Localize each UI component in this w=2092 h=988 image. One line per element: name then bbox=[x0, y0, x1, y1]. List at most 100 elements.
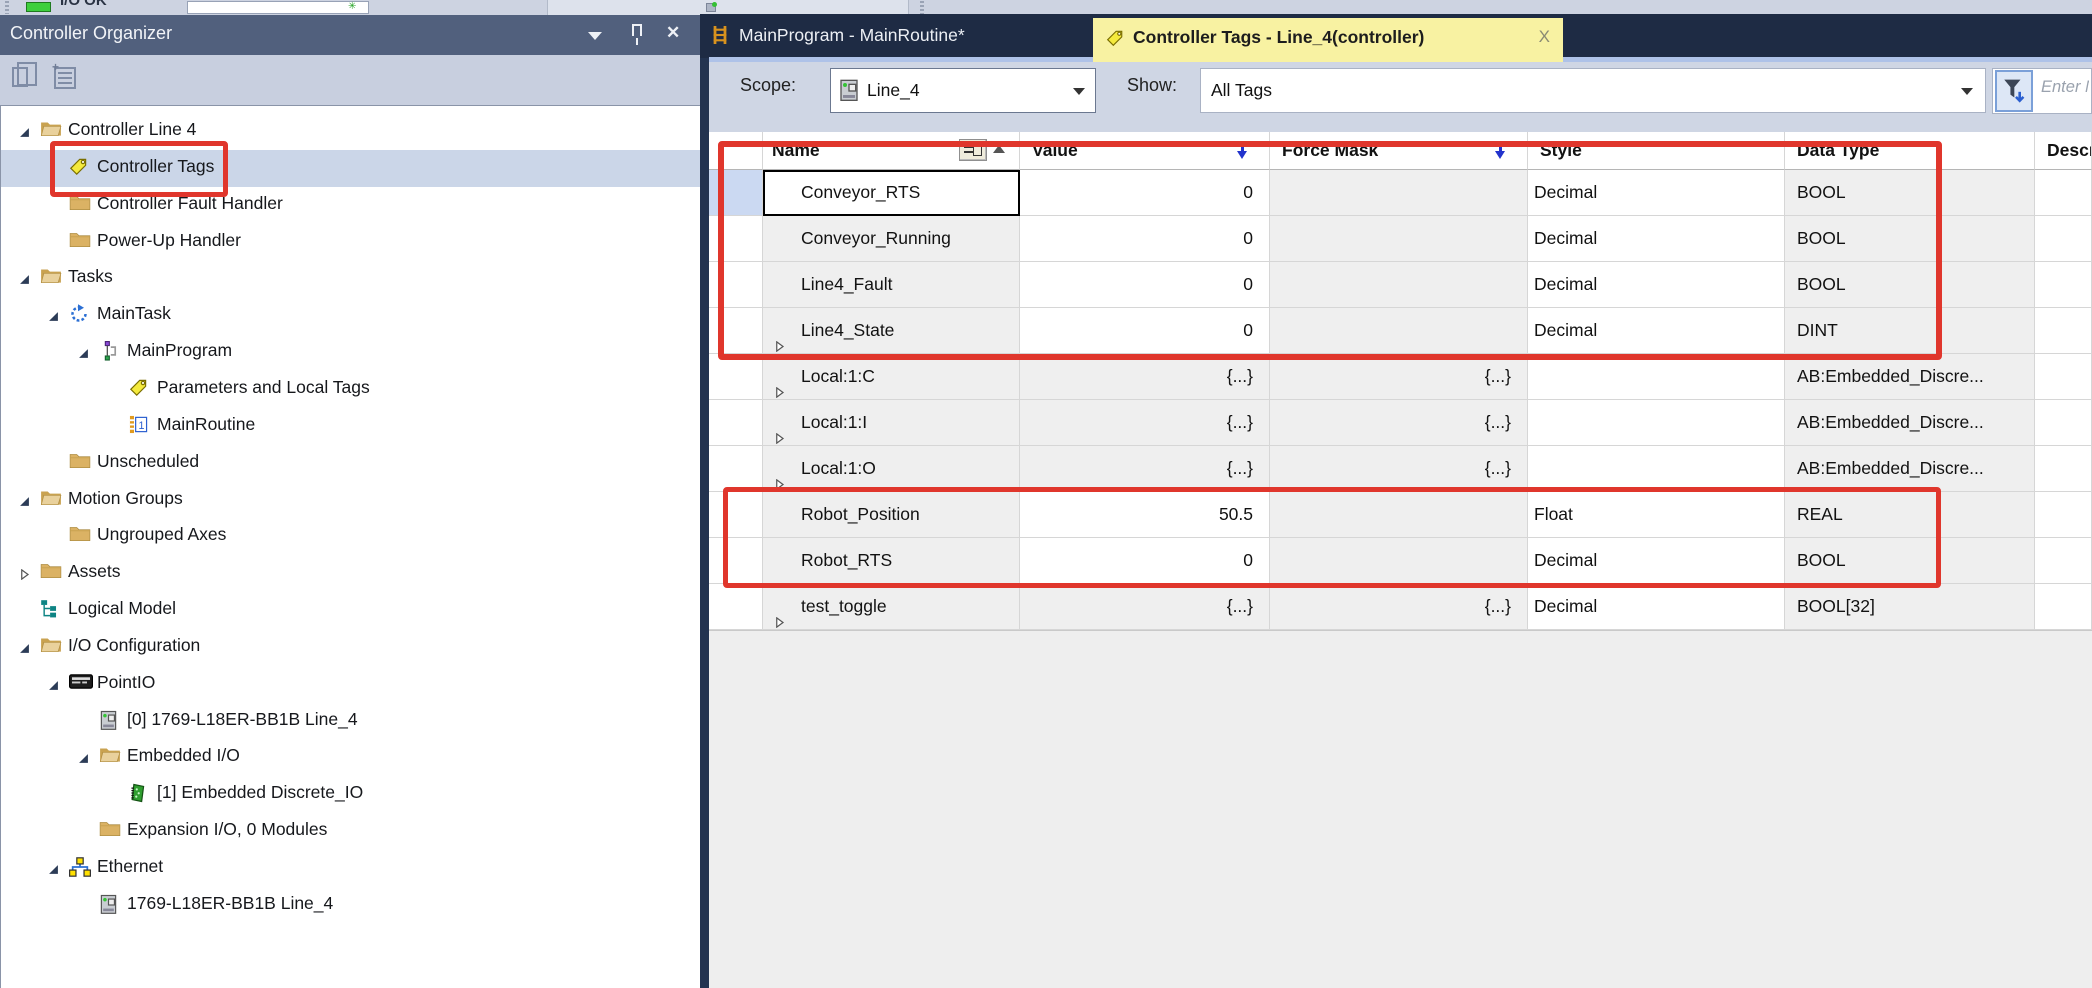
expander-open-icon[interactable] bbox=[19, 125, 30, 143]
tag-value-cell[interactable]: 0 bbox=[1020, 308, 1270, 354]
tag-name-cell[interactable]: Conveyor_RTS bbox=[763, 170, 1020, 216]
tag-name-cell[interactable]: Local:1:I bbox=[763, 400, 1020, 446]
tree-item-maintask[interactable]: MainTask bbox=[1, 297, 700, 334]
tag-style-cell[interactable]: Decimal bbox=[1528, 584, 1785, 630]
expander-open-icon[interactable] bbox=[19, 272, 30, 290]
tag-force-mask-cell[interactable] bbox=[1270, 308, 1528, 354]
expander-open-icon[interactable] bbox=[19, 641, 30, 659]
tag-style-cell[interactable]: Decimal bbox=[1528, 216, 1785, 262]
tree-item-pointio[interactable]: PointIO bbox=[1, 666, 700, 703]
close-tab-icon[interactable]: X bbox=[1539, 27, 1550, 47]
tag-force-mask-cell[interactable] bbox=[1270, 262, 1528, 308]
scope-dropdown[interactable]: Line_4 bbox=[830, 68, 1096, 113]
tag-value-cell[interactable]: 50.5 bbox=[1020, 492, 1270, 538]
tag-force-mask-cell[interactable] bbox=[1270, 216, 1528, 262]
tag-style-cell[interactable] bbox=[1528, 400, 1785, 446]
column-header-force-mask[interactable]: Force Mask bbox=[1270, 132, 1528, 170]
toolbar-grip[interactable] bbox=[920, 1, 924, 14]
tag-value-cell[interactable]: {...} bbox=[1020, 584, 1270, 630]
tag-name-cell[interactable]: test_toggle bbox=[763, 584, 1020, 630]
row-selector-cell[interactable] bbox=[709, 216, 763, 262]
tab-controller-tags[interactable]: Controller Tags - Line_4(controller) X bbox=[1093, 18, 1563, 62]
expander-open-icon[interactable] bbox=[48, 862, 59, 880]
tag-description-cell[interactable] bbox=[2035, 538, 2092, 584]
expand-tag-icon[interactable] bbox=[774, 324, 785, 354]
tag-data-type-cell[interactable]: REAL bbox=[1785, 492, 2035, 538]
tree-item-ungrouped-axes[interactable]: Ungrouped Axes bbox=[1, 518, 700, 555]
tree-item-ethernet[interactable]: Ethernet bbox=[1, 850, 700, 887]
tree-item-assets[interactable]: Assets bbox=[1, 555, 700, 592]
name-filter-input[interactable] bbox=[2039, 77, 2091, 98]
tag-description-cell[interactable] bbox=[2035, 354, 2092, 400]
tag-description-cell[interactable] bbox=[2035, 216, 2092, 262]
column-header-data-type[interactable]: Data Type bbox=[1785, 132, 2035, 170]
tree-item-controller-tags[interactable]: Controller Tags bbox=[1, 150, 700, 187]
tag-data-type-cell[interactable]: BOOL bbox=[1785, 262, 2035, 308]
tag-style-cell[interactable] bbox=[1528, 446, 1785, 492]
status-combo[interactable] bbox=[187, 1, 369, 14]
tag-value-cell[interactable]: 0 bbox=[1020, 262, 1270, 308]
row-selector-cell[interactable] bbox=[709, 492, 763, 538]
tag-name-cell[interactable]: Local:1:C bbox=[763, 354, 1020, 400]
tag-force-mask-cell[interactable]: {...} bbox=[1270, 584, 1528, 630]
row-selector-cell[interactable] bbox=[709, 170, 763, 216]
tag-data-type-cell[interactable]: BOOL bbox=[1785, 538, 2035, 584]
tree-item-mainprogram[interactable]: MainProgram bbox=[1, 334, 700, 371]
tag-style-cell[interactable] bbox=[1528, 354, 1785, 400]
tree-item-embedded-i-o[interactable]: Embedded I/O bbox=[1, 739, 700, 776]
close-icon[interactable]: ✕ bbox=[666, 23, 680, 43]
tag-force-mask-cell[interactable]: {...} bbox=[1270, 446, 1528, 492]
tree-item-controller-line-4[interactable]: Controller Line 4 bbox=[1, 113, 700, 150]
expand-tag-icon[interactable] bbox=[774, 462, 785, 492]
tag-style-cell[interactable]: Decimal bbox=[1528, 308, 1785, 354]
row-selector-cell[interactable] bbox=[709, 308, 763, 354]
tag-description-cell[interactable] bbox=[2035, 584, 2092, 630]
tag-style-cell[interactable]: Decimal bbox=[1528, 538, 1785, 584]
column-header-value[interactable]: Value bbox=[1020, 132, 1270, 170]
tag-description-cell[interactable] bbox=[2035, 170, 2092, 216]
show-dropdown[interactable]: All Tags bbox=[1200, 68, 1986, 113]
tree-item-tasks[interactable]: Tasks bbox=[1, 260, 700, 297]
tag-style-cell[interactable]: Float bbox=[1528, 492, 1785, 538]
tab-mainprogram-mainroutine[interactable]: MainProgram - MainRoutine* bbox=[702, 14, 1090, 58]
expand-tag-icon[interactable] bbox=[774, 370, 785, 400]
tag-value-cell[interactable]: 0 bbox=[1020, 538, 1270, 584]
sort-indicator[interactable] bbox=[959, 139, 1005, 163]
tag-force-mask-cell[interactable]: {...} bbox=[1270, 400, 1528, 446]
tree-item-expansion-i-o-0-modules[interactable]: Expansion I/O, 0 Modules bbox=[1, 813, 700, 850]
tag-description-cell[interactable] bbox=[2035, 308, 2092, 354]
collapse-all-button[interactable] bbox=[8, 63, 40, 95]
tree-item-power-up-handler[interactable]: Power-Up Handler bbox=[1, 224, 700, 261]
tree-item-parameters-and-local-tags[interactable]: Parameters and Local Tags bbox=[1, 371, 700, 408]
tree-item-1769-l18er-bb1b-line-4[interactable]: 1769-L18ER-BB1B Line_4 bbox=[1, 887, 700, 924]
tag-description-cell[interactable] bbox=[2035, 400, 2092, 446]
pin-icon[interactable] bbox=[632, 24, 642, 36]
tag-force-mask-cell[interactable]: {...} bbox=[1270, 354, 1528, 400]
column-header-description[interactable]: Description bbox=[2035, 132, 2092, 170]
tag-name-cell[interactable]: Robot_RTS bbox=[763, 538, 1020, 584]
filter-funnel-button[interactable] bbox=[1995, 70, 2033, 112]
tag-name-cell[interactable]: Line4_Fault bbox=[763, 262, 1020, 308]
tag-data-type-cell[interactable]: AB:Embedded_Discre... bbox=[1785, 354, 2035, 400]
expand-tag-icon[interactable] bbox=[774, 416, 785, 446]
tree-item-1-embedded-discrete-io[interactable]: [1] Embedded Discrete_IO bbox=[1, 776, 700, 813]
tag-force-mask-cell[interactable] bbox=[1270, 170, 1528, 216]
tree-item-logical-model[interactable]: Logical Model bbox=[1, 592, 700, 629]
expander-closed-icon[interactable] bbox=[19, 567, 30, 585]
tag-name-cell[interactable]: Robot_Position bbox=[763, 492, 1020, 538]
tree-item-motion-groups[interactable]: Motion Groups bbox=[1, 482, 700, 519]
tag-value-cell[interactable]: {...} bbox=[1020, 446, 1270, 492]
tag-data-type-cell[interactable]: BOOL bbox=[1785, 170, 2035, 216]
tag-name-cell[interactable]: Conveyor_Running bbox=[763, 216, 1020, 262]
tag-description-cell[interactable] bbox=[2035, 446, 2092, 492]
tag-value-cell[interactable]: {...} bbox=[1020, 400, 1270, 446]
tag-description-cell[interactable] bbox=[2035, 262, 2092, 308]
expander-open-icon[interactable] bbox=[78, 346, 89, 364]
tag-data-type-cell[interactable]: AB:Embedded_Discre... bbox=[1785, 446, 2035, 492]
tree-item-mainroutine[interactable]: 1MainRoutine bbox=[1, 408, 700, 445]
tag-value-cell[interactable]: 0 bbox=[1020, 170, 1270, 216]
tree-item-unscheduled[interactable]: Unscheduled bbox=[1, 445, 700, 482]
column-header-name[interactable]: Name bbox=[763, 132, 1020, 170]
expander-open-icon[interactable] bbox=[48, 678, 59, 696]
toolbar-grip[interactable] bbox=[5, 1, 9, 14]
